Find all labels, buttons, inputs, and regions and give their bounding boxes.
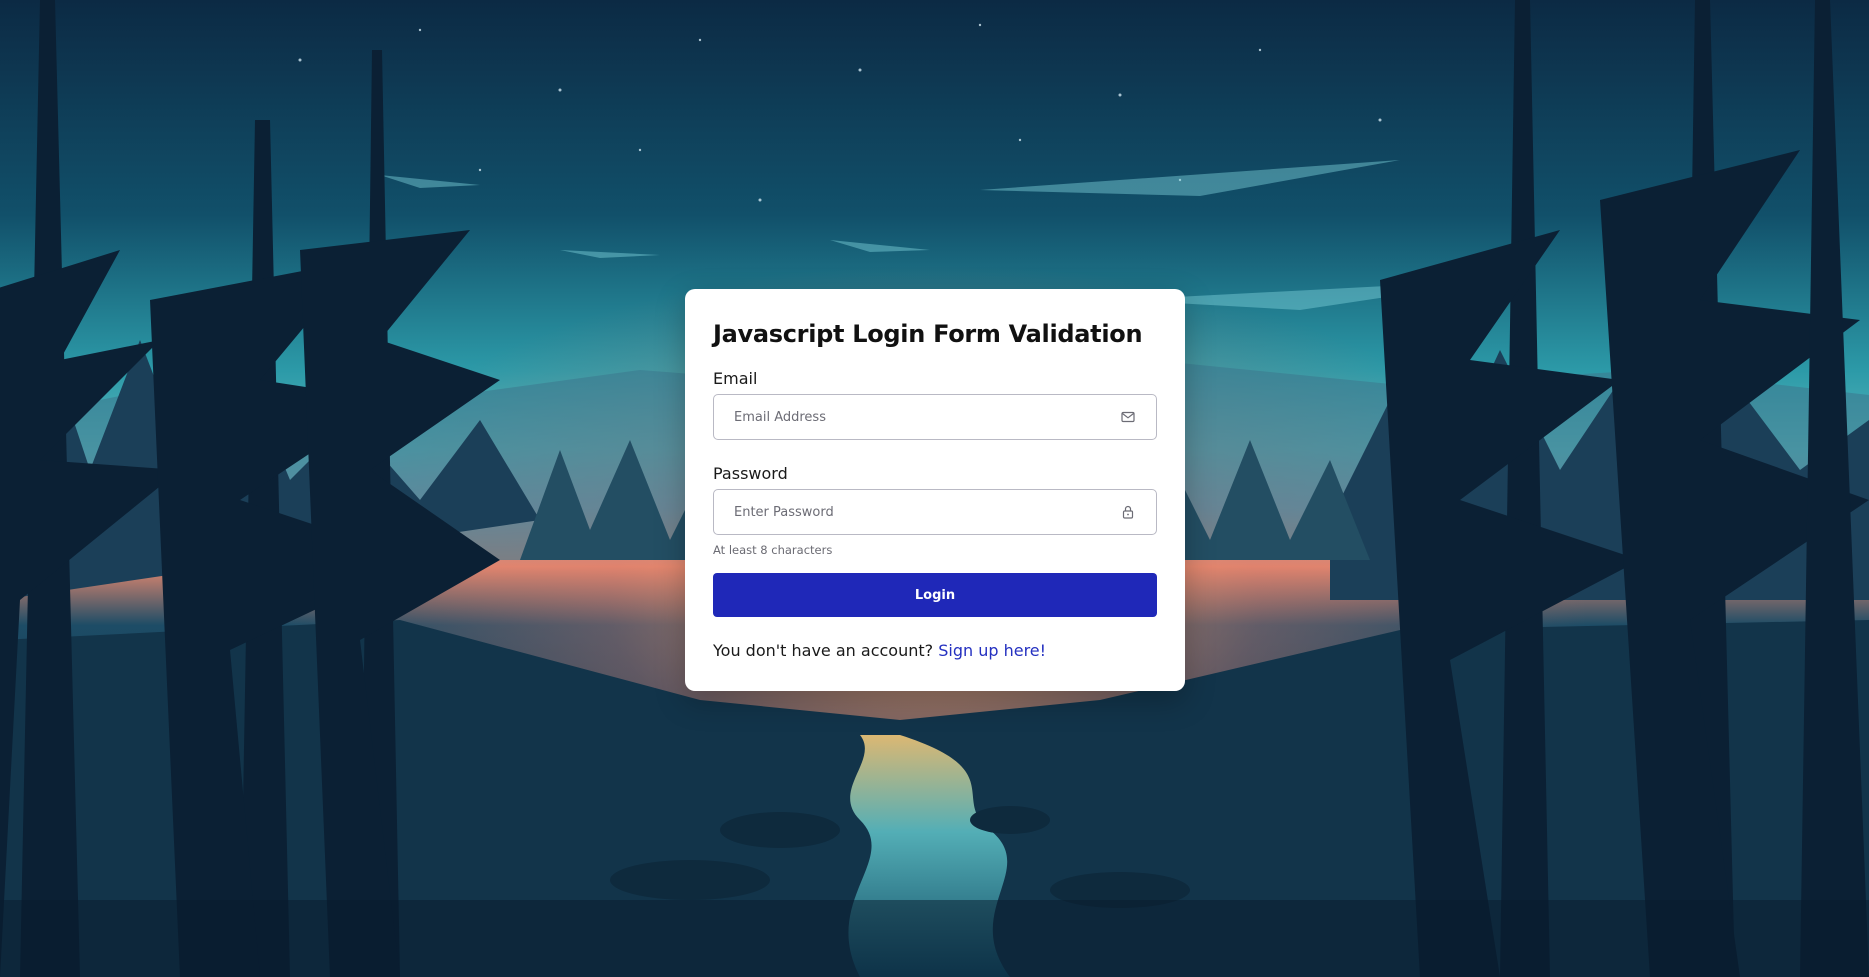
signup-line: You don't have an account? Sign up here!	[713, 641, 1157, 661]
password-field-group: Password	[713, 464, 1157, 535]
email-label: Email	[713, 369, 758, 388]
email-input-wrapper[interactable]	[713, 394, 1157, 440]
login-card: Javascript Login Form Validation Email P…	[685, 289, 1185, 691]
password-input[interactable]	[714, 490, 1114, 534]
signup-prompt: You don't have an account?	[713, 641, 934, 660]
lock-icon	[1120, 504, 1136, 520]
signup-link[interactable]: Sign up here!	[938, 641, 1046, 660]
password-label: Password	[713, 464, 788, 483]
envelope-icon	[1120, 409, 1136, 425]
password-input-wrapper[interactable]	[713, 489, 1157, 535]
password-hint: At least 8 characters	[713, 543, 833, 557]
email-field-group: Email	[713, 369, 1157, 440]
login-button[interactable]: Login	[713, 573, 1157, 617]
form-title: Javascript Login Form Validation	[713, 320, 1143, 348]
email-input[interactable]	[714, 395, 1114, 439]
